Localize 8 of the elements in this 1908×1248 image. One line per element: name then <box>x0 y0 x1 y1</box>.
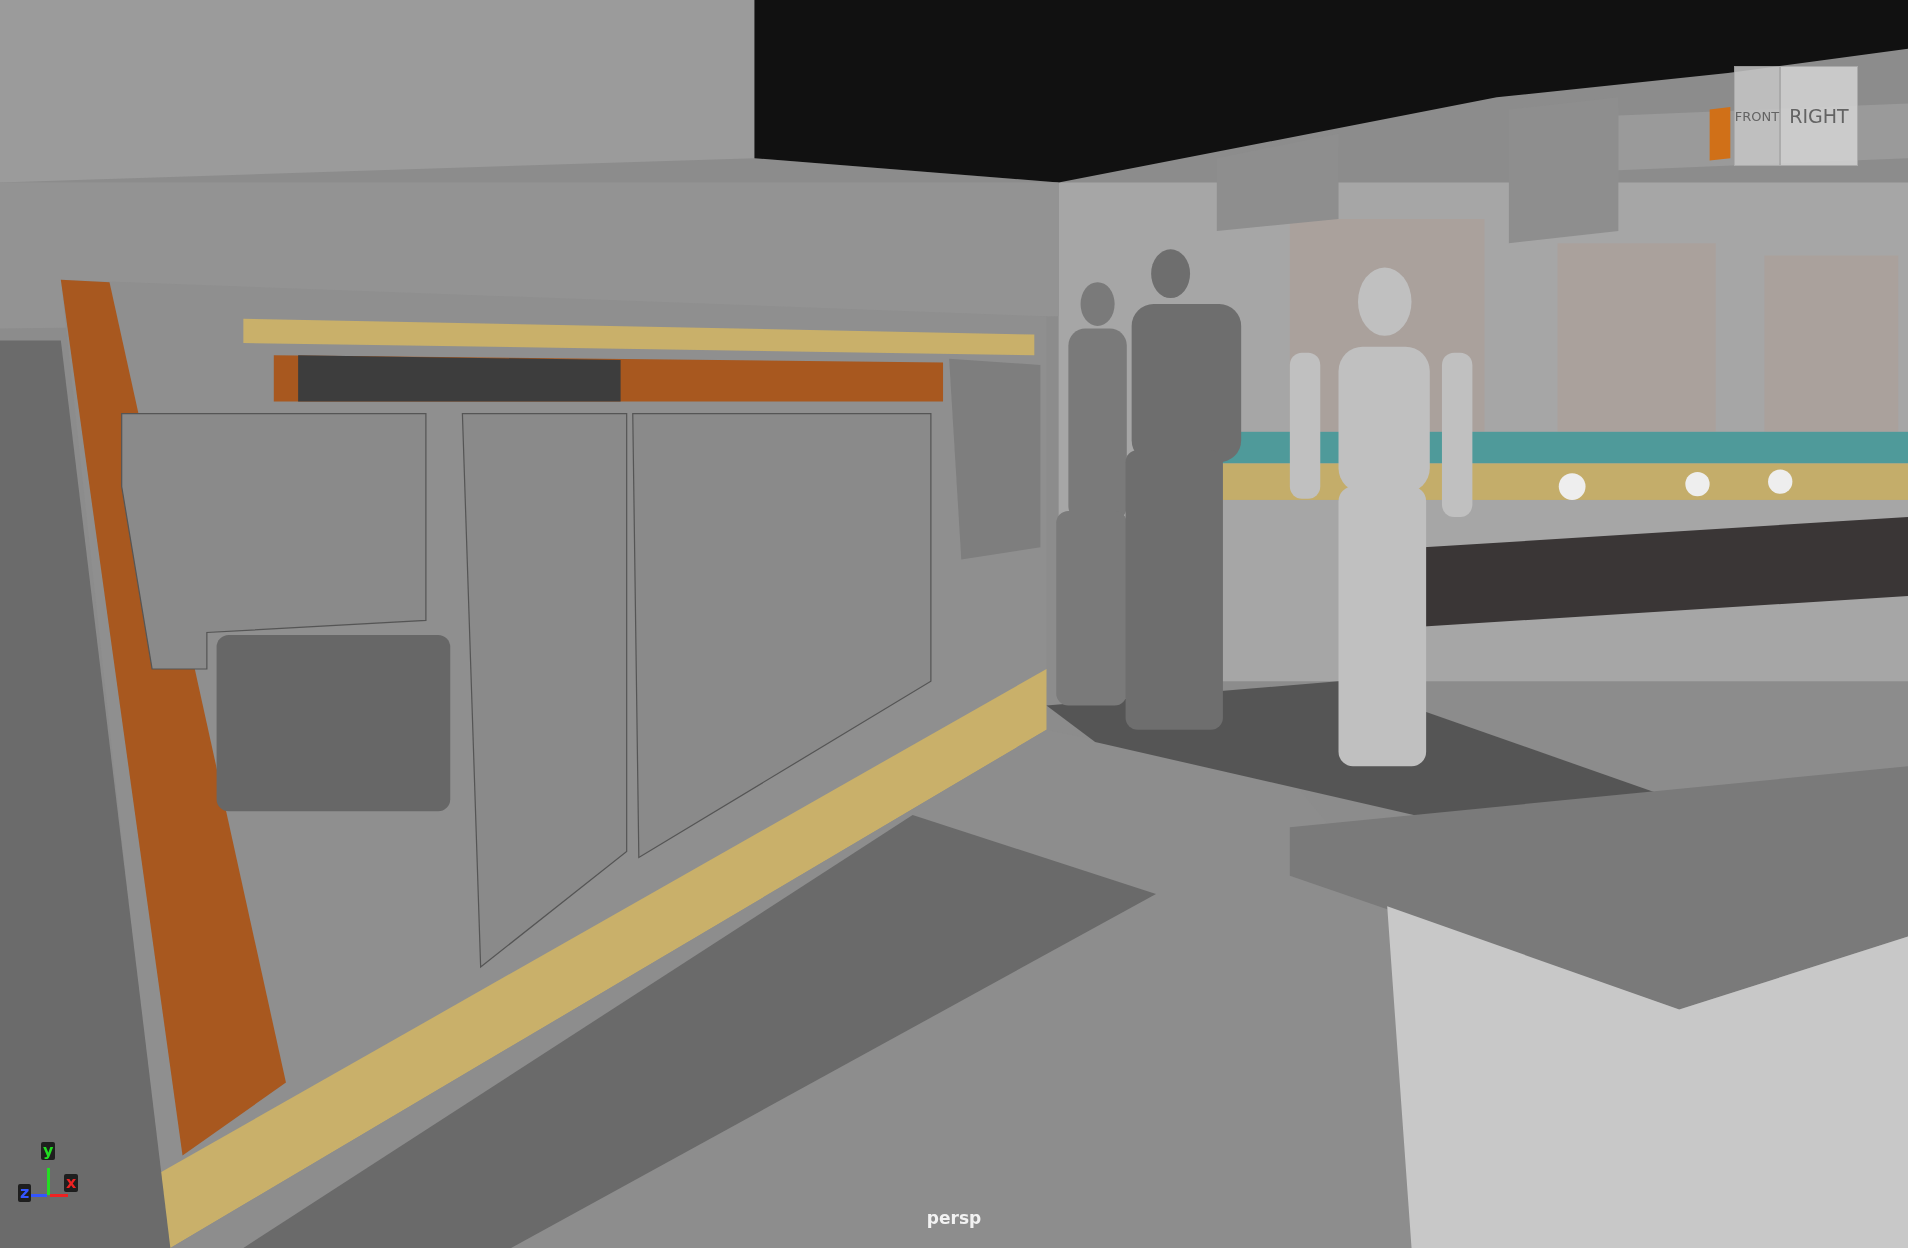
viewport[interactable]: FRONT RIGHT y z x persp <box>0 0 1908 1248</box>
camera-label: persp <box>926 1208 982 1228</box>
axis-label: x <box>64 1174 79 1192</box>
axis-label: z <box>18 1184 32 1202</box>
view-cube-face[interactable]: RIGHT <box>1780 66 1858 166</box>
axis-label: y <box>41 1142 56 1160</box>
view-cube[interactable]: FRONT RIGHT <box>1734 66 1858 166</box>
view-cube-face[interactable]: FRONT <box>1734 66 1780 166</box>
